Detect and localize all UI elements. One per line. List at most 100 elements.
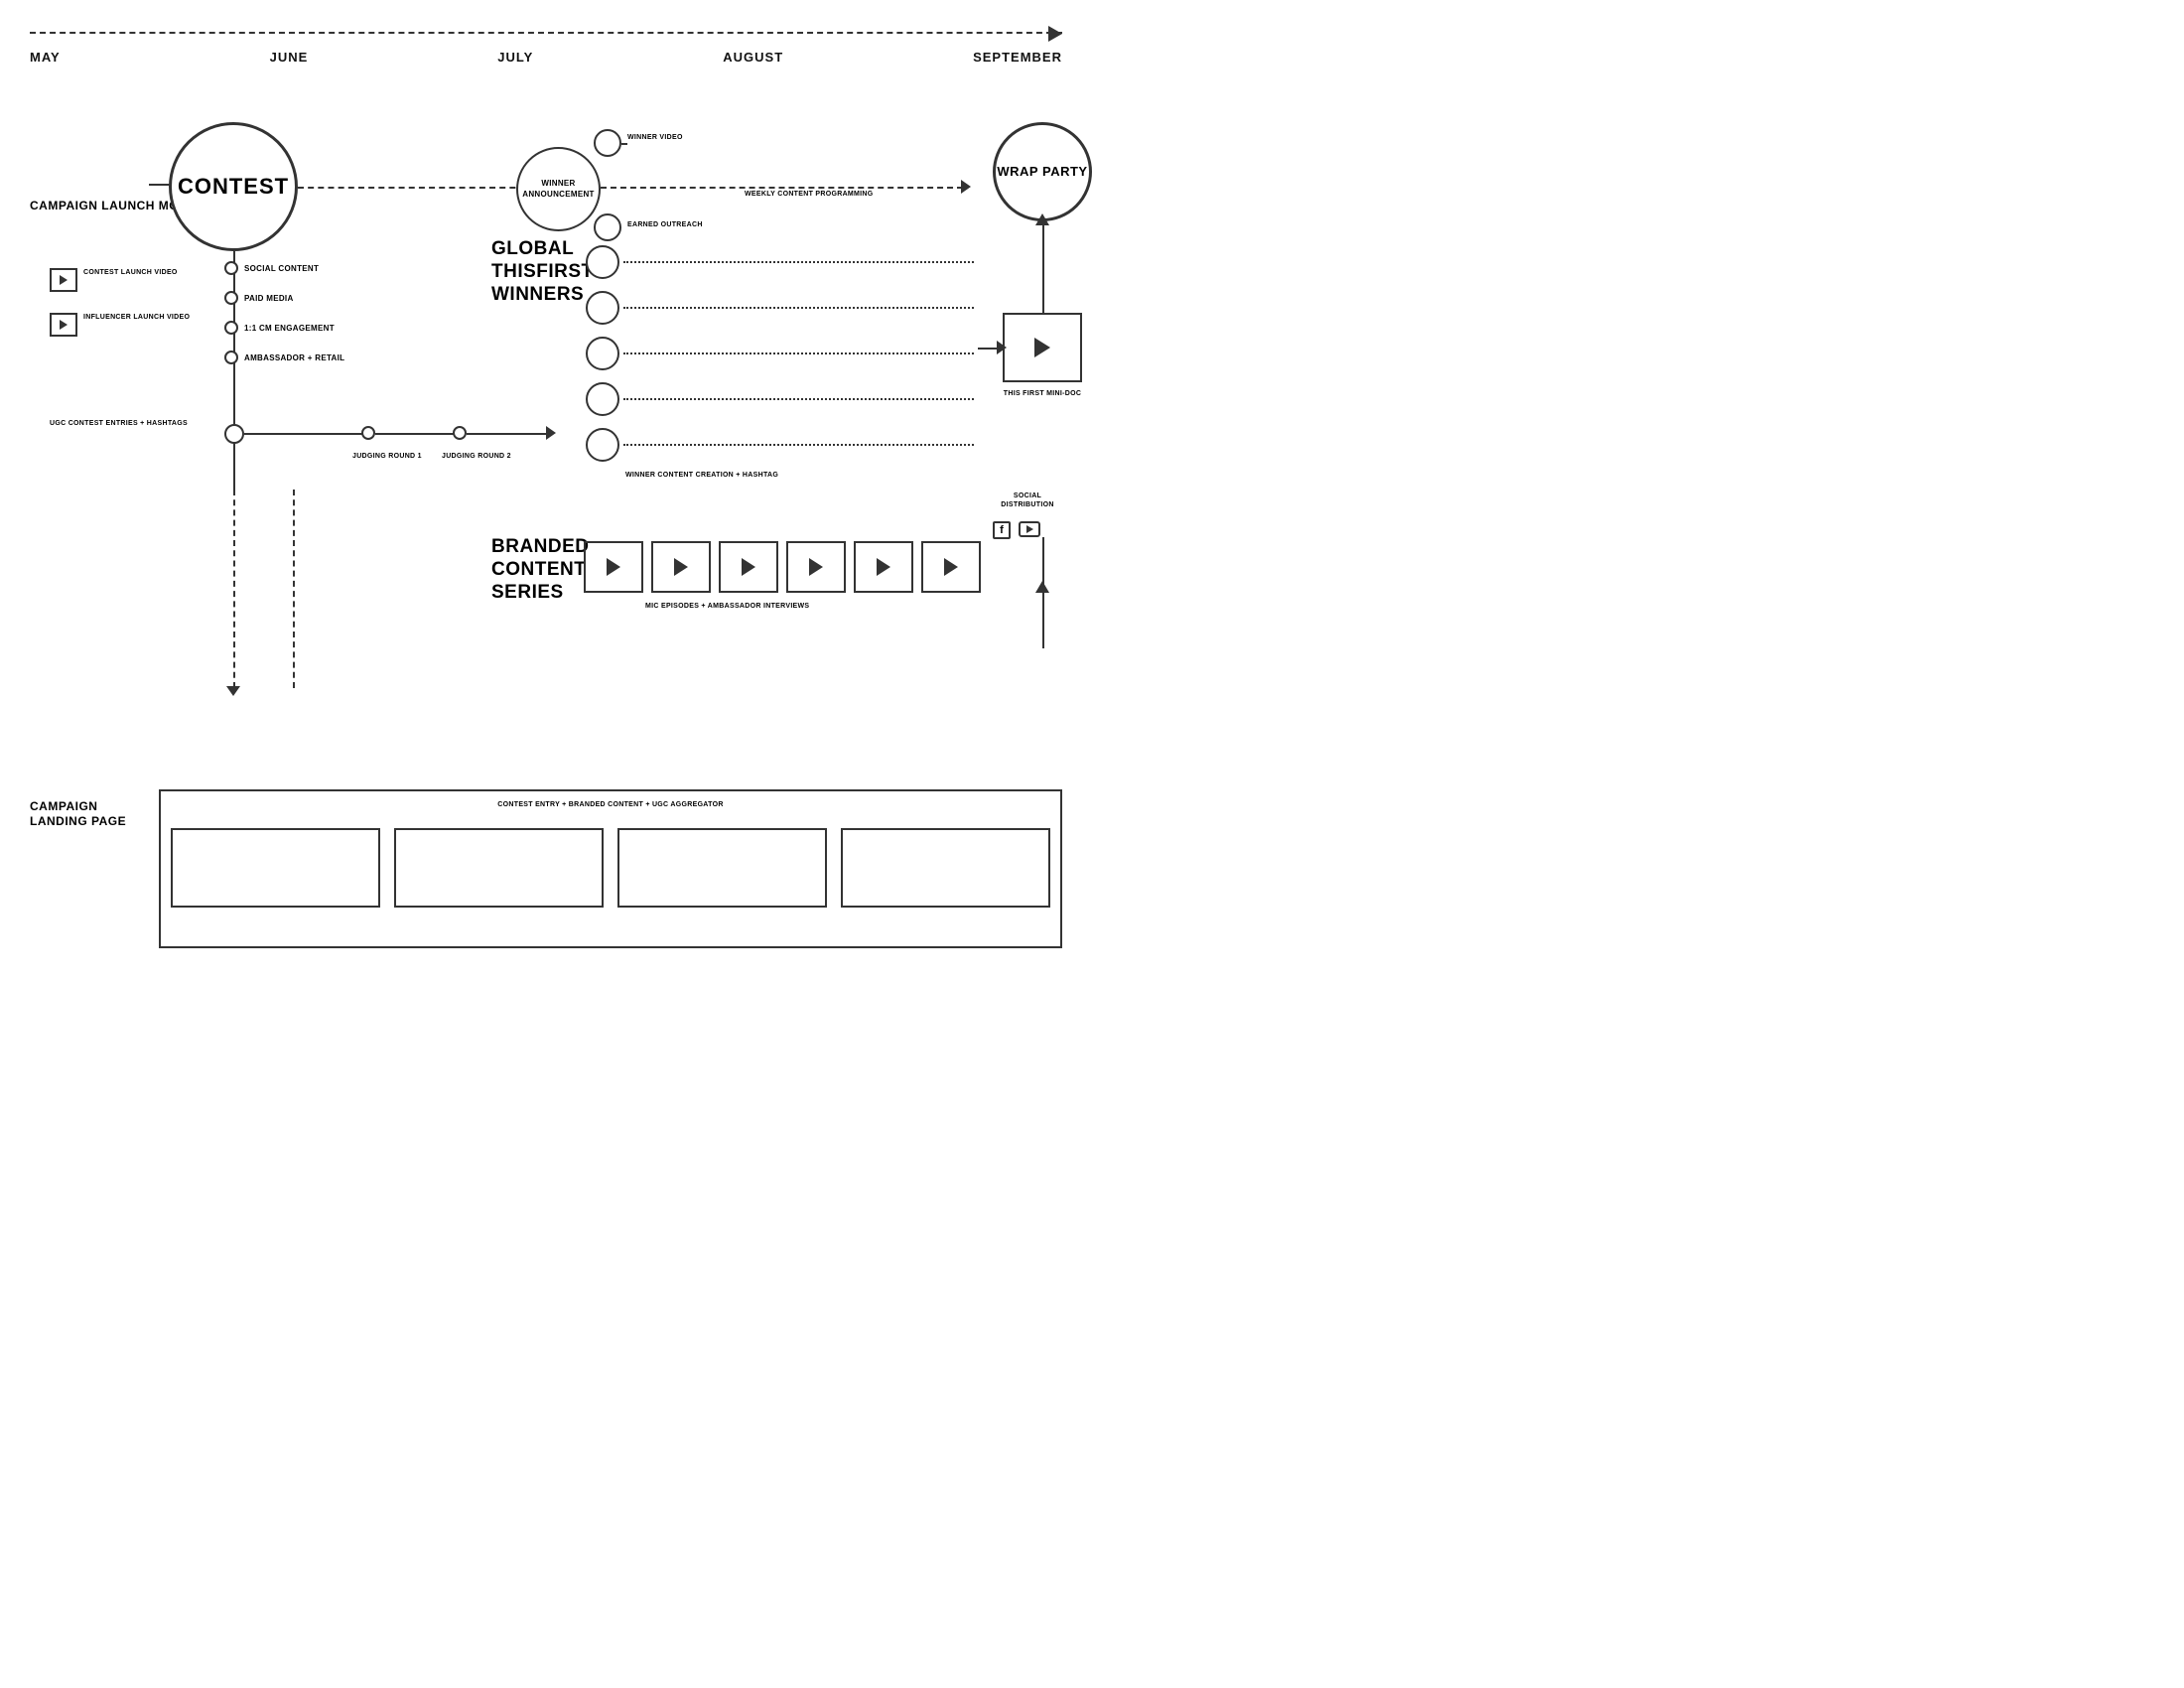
mini-doc-box — [1003, 313, 1082, 382]
social-to-branded-line — [1042, 537, 1044, 599]
timeline-months: MAY JUNE JULY AUGUST SEPTEMBER — [30, 50, 1062, 65]
branded-video-6 — [921, 541, 981, 593]
winner-row-5 — [586, 428, 978, 462]
landing-page-box: CONTEST ENTRY + BRANDED CONTENT + UGC AG… — [159, 789, 1062, 948]
play-2 — [674, 558, 688, 576]
mic-episodes-label: MIC EPISODES + AMBASSADOR INTERVIEWS — [645, 603, 809, 610]
youtube-play — [1026, 525, 1033, 533]
month-june: JUNE — [270, 50, 309, 65]
contest-vertical-line — [233, 251, 235, 490]
judging-r1-label: JUDGING ROUND 1 — [352, 452, 422, 461]
month-may: MAY — [30, 50, 61, 65]
judging-r2-label: JUDGING ROUND 2 — [442, 452, 511, 461]
minidoc-to-wrapparty-line — [1042, 221, 1044, 313]
youtube-icon — [1019, 521, 1040, 537]
ugc-line-3 — [467, 433, 546, 435]
engagement-bullet — [224, 321, 238, 335]
winner-row-1 — [586, 245, 978, 279]
winner-circle-5 — [586, 428, 619, 462]
contest-circle: CONTEST — [169, 122, 298, 251]
ugc-arrow — [546, 426, 556, 440]
landing-box-4 — [841, 828, 1050, 908]
branded-video-3 — [719, 541, 778, 593]
month-july: JULY — [497, 50, 533, 65]
winner-circle-1 — [586, 245, 619, 279]
landing-page-boxes — [171, 828, 1050, 908]
winner-row-2 — [586, 291, 978, 325]
winner-circle: WINNER ANNOUNCEMENT — [516, 147, 601, 231]
earned-outreach-label: EARNED OUTREACH — [627, 221, 703, 228]
ugc-mid-circle-1 — [361, 426, 375, 440]
winner-content-label: WINNER CONTENT CREATION + HASHTAG — [625, 472, 778, 479]
play-4 — [809, 558, 823, 576]
landing-box-2 — [394, 828, 604, 908]
global-line3: WINNERS — [491, 284, 594, 307]
branded-line3: SERIES — [491, 582, 590, 605]
winner-video-circle — [594, 129, 621, 157]
timeline-arrowhead — [1048, 26, 1062, 42]
paid-media-label: PAID MEDIA — [244, 294, 294, 303]
paid-media-bullet — [224, 291, 238, 305]
branded-label: BRANDED CONTENT SERIES — [491, 536, 590, 604]
contest-play-icon — [60, 275, 68, 285]
ugc-line-1 — [244, 433, 363, 435]
global-label: GLOBAL THISFIRST WINNERS — [491, 238, 594, 306]
main-diagram: CAMPAIGN LAUNCH MOMENT CONTEST SOCIAL CO… — [30, 84, 1062, 779]
social-content-bullet — [224, 261, 238, 275]
branded-video-4 — [786, 541, 846, 593]
branded-video-5 — [854, 541, 913, 593]
month-september: SEPTEMBER — [973, 50, 1062, 65]
winner-dots-1 — [623, 261, 974, 263]
contest-text: CONTEST — [178, 174, 289, 200]
engagement-label: 1:1 CM ENGAGEMENT — [244, 324, 335, 333]
winner-circle-3 — [586, 337, 619, 370]
engagement-row: 1:1 CM ENGAGEMENT — [224, 321, 335, 335]
landing-box-3 — [617, 828, 827, 908]
month-august: AUGUST — [723, 50, 783, 65]
winner-video-label: WINNER VIDEO — [627, 134, 683, 141]
play-6 — [944, 558, 958, 576]
facebook-icon: f — [993, 521, 1011, 539]
ambassador-row: AMBASSADOR + RETAIL — [224, 351, 344, 364]
contest-launch-video: CONTEST LAUNCH VIDEO — [50, 268, 178, 292]
landing-page-section: CAMPAIGN LANDING PAGE CONTEST ENTRY + BR… — [30, 789, 1062, 948]
paid-media-row: PAID MEDIA — [224, 291, 294, 305]
social-distribution-label: SOCIAL DISTRIBUTION — [993, 492, 1062, 509]
winner-text: WINNER ANNOUNCEMENT — [518, 179, 599, 200]
winner-row-3 — [586, 337, 978, 370]
dashed-line-weekly — [601, 187, 963, 189]
play-3 — [742, 558, 755, 576]
ugc-mid-circle-2 — [453, 426, 467, 440]
winner-row-4 — [586, 382, 978, 416]
contest-video-box — [50, 268, 77, 292]
ugc-label: UGC CONTEST ENTRIES + HASHTAGS — [50, 412, 188, 430]
winner-to-doc-line — [978, 348, 998, 350]
winner-circle-2 — [586, 291, 619, 325]
ambassador-bullet — [224, 351, 238, 364]
branded-video-boxes — [584, 541, 981, 593]
weekly-arrow — [961, 180, 971, 194]
social-icons: f — [993, 521, 1040, 539]
wrap-party-circle: WRAP PARTY — [993, 122, 1092, 221]
landing-page-text: CONTEST ENTRY + BRANDED CONTENT + UGC AG… — [171, 801, 1050, 808]
mini-doc-label: THIS FIRST MINI-DOC — [998, 390, 1087, 397]
timeline-line — [30, 32, 1062, 34]
play-5 — [877, 558, 890, 576]
landing-box-1 — [171, 828, 380, 908]
winner-video-line — [621, 143, 627, 145]
influencer-launch-video: INFLUENCER LAUNCH VIDEO — [50, 313, 190, 337]
play-1 — [607, 558, 620, 576]
social-content-row: SOCIAL CONTENT — [224, 261, 319, 275]
branded-line2: CONTENT — [491, 559, 590, 582]
v-dashed-line-1 — [233, 490, 235, 688]
wrap-party-text: WRAP PARTY — [997, 164, 1087, 180]
page: MAY JUNE JULY AUGUST SEPTEMBER CAMPAIGN … — [0, 0, 1092, 968]
influencer-video-box — [50, 313, 77, 337]
branded-video-2 — [651, 541, 711, 593]
winner-circle-4 — [586, 382, 619, 416]
mini-doc-play — [1034, 338, 1050, 357]
weekly-content-label: WEEKLY CONTENT PROGRAMMING — [745, 191, 874, 198]
influencer-play-icon — [60, 320, 68, 330]
timeline-arrow — [30, 20, 1062, 50]
v-dashed-arrow — [226, 686, 240, 696]
